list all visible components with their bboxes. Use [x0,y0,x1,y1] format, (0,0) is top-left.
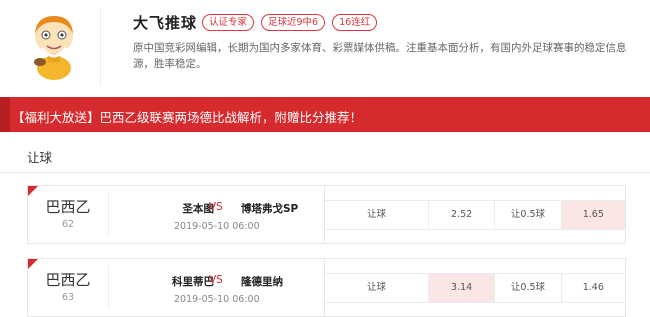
away-team: 隆德里纳 [241,276,283,288]
avatar-container [18,8,101,86]
divider [108,192,109,236]
banner-accent [0,97,10,132]
vs-label: VS [209,201,223,213]
odds-label: 让球 [325,201,429,229]
match-number: 63 [61,292,75,303]
odds-label: 让0.5球 [495,201,562,229]
league-name: 巴西乙 [45,271,91,289]
odds-row: 让球 2.52 让0.5球 1.65 [325,200,625,230]
odds-value[interactable]: 1.46 [562,274,625,302]
banner-title: 【福利大放送】巴西乙级联赛两场德比战解析，附赠比分推荐！ [12,110,363,125]
match-time: 2019-05-10 06:00 [174,294,260,305]
league-name: 巴西乙 [45,198,91,216]
expert-bio: 原中国竞彩网编辑，长期为国内多家体育、彩票媒体供稿。注重基本面分析，有国内外足球… [133,42,627,70]
odds-value-selected[interactable]: 3.14 [428,274,496,302]
odds-label: 让0.5球 [495,274,562,302]
odds-panel: 让球 2.52 让0.5球 1.65 [324,186,626,243]
match-card[interactable]: 巴西乙 62 圣本图 VS 博塔弗戈SP 2019-05-10 06:00 让球… [27,185,626,244]
divider [0,172,650,173]
corner-mark [28,186,38,196]
match-time: 2019-05-10 06:00 [174,221,260,232]
odds-value[interactable]: 2.52 [429,201,496,229]
away-team: 博塔弗戈SP [241,203,299,215]
odds-row: 让球 3.14 让0.5球 1.46 [325,273,625,303]
expert-tags: 认证专家 足球近9中6 16连红 [202,14,378,31]
promo-banner: 【福利大放送】巴西乙级联赛两场德比战解析，附赠比分推荐！ [0,97,650,132]
expert-name[interactable]: 大飞推球 [133,12,197,33]
home-team: 科里蒂巴 [172,276,214,288]
tag-streak: 16连红 [332,14,378,31]
expert-profile: 大飞推球 认证专家 足球近9中6 16连红 原中国竞彩网编辑，长期为国内多家体育… [0,0,650,96]
match-number: 62 [61,219,75,230]
odds-label: 让球 [325,274,429,302]
match-card[interactable]: 巴西乙 63 科里蒂巴 VS 隆德里纳 2019-05-10 06:00 让球 … [27,258,626,317]
home-team: 圣本图 [182,203,215,215]
odds-panel: 让球 3.14 让0.5球 1.46 [324,259,626,316]
tag-record: 足球近9中6 [261,14,326,31]
avatar[interactable] [18,8,90,80]
divider [108,265,109,309]
vs-label: VS [209,274,223,286]
section-title: 让球 [27,150,53,165]
corner-mark [28,259,38,269]
odds-value-selected[interactable]: 1.65 [561,201,625,229]
tag-certified: 认证专家 [202,14,255,31]
